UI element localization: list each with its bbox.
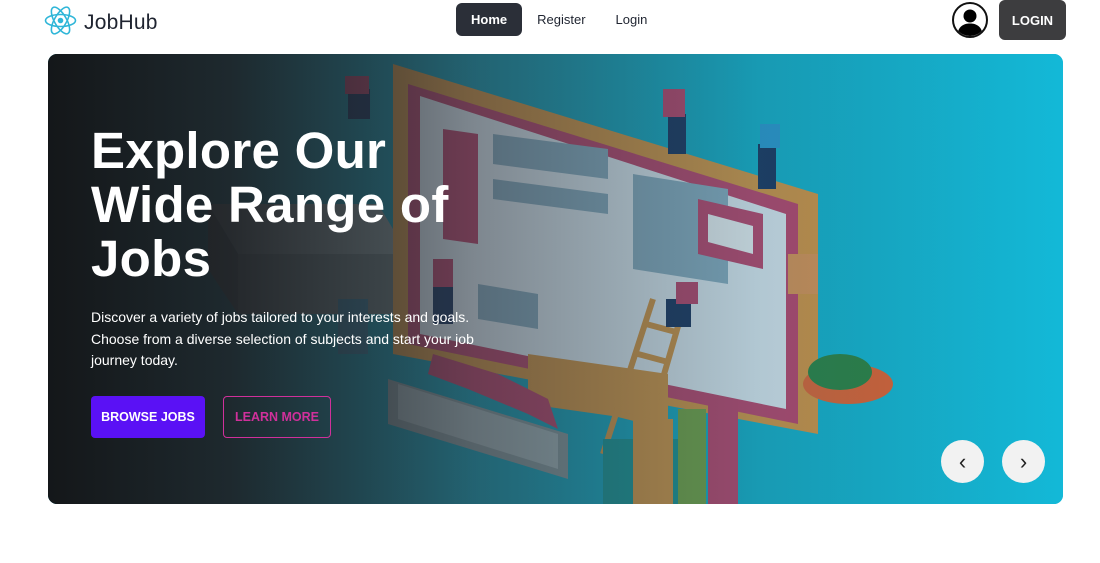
carousel-next-button[interactable]: › xyxy=(1002,440,1045,483)
navbar: JobHub Home Register Login LOGIN xyxy=(0,0,1100,42)
nav-links: Home Register Login xyxy=(456,3,662,36)
nav-home[interactable]: Home xyxy=(456,3,523,36)
user-avatar-icon[interactable] xyxy=(952,2,988,38)
brand-name: JobHub xyxy=(84,11,158,34)
login-button[interactable]: LOGIN xyxy=(999,0,1066,40)
chevron-left-icon: ‹ xyxy=(958,448,967,474)
brand-logo-link[interactable]: JobHub xyxy=(44,4,158,42)
nav-login[interactable]: Login xyxy=(601,3,663,36)
hero-description: Discover a variety of jobs tailored to y… xyxy=(91,309,474,368)
chevron-right-icon: › xyxy=(1019,448,1028,474)
carousel-prev-button[interactable]: ‹ xyxy=(941,440,984,483)
hero-carousel: Explore Our Wide Range of Jobs Discover … xyxy=(48,54,1063,504)
learn-more-button[interactable]: LEARN MORE xyxy=(223,396,331,438)
nav-register[interactable]: Register xyxy=(522,3,600,36)
react-atom-icon xyxy=(44,4,77,42)
browse-jobs-button[interactable]: BROWSE JOBS xyxy=(91,396,205,438)
hero-title: Explore Our Wide Range of Jobs xyxy=(91,122,449,287)
